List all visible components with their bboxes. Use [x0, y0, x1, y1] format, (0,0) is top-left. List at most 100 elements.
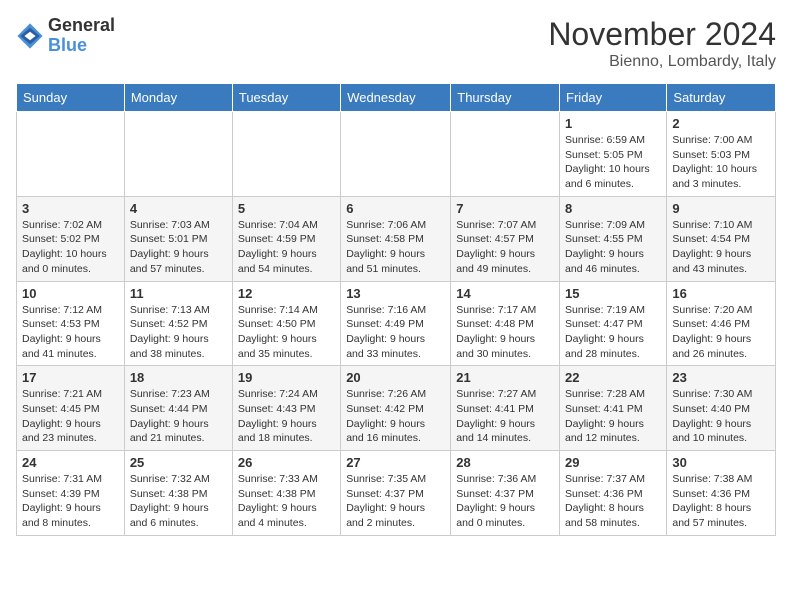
day-cell: [341, 112, 451, 197]
day-info: Sunrise: 7:38 AMSunset: 4:36 PMDaylight:…: [672, 472, 770, 531]
day-info: Sunrise: 7:27 AMSunset: 4:41 PMDaylight:…: [456, 387, 554, 446]
day-info: Sunrise: 7:32 AMSunset: 4:38 PMDaylight:…: [130, 472, 227, 531]
day-number: 14: [456, 286, 554, 301]
day-cell: 24Sunrise: 7:31 AMSunset: 4:39 PMDayligh…: [17, 451, 125, 536]
day-number: 18: [130, 370, 227, 385]
day-cell: [17, 112, 125, 197]
logo-icon: [16, 22, 44, 50]
day-info: Sunrise: 7:17 AMSunset: 4:48 PMDaylight:…: [456, 303, 554, 362]
day-cell: 11Sunrise: 7:13 AMSunset: 4:52 PMDayligh…: [124, 281, 232, 366]
day-cell: 29 Sunrise: 7:37 AMSunset: 4:36 PMDayligh…: [560, 451, 667, 536]
col-header-saturday: Saturday: [667, 84, 776, 112]
day-cell: 21 Sunrise: 7:27 AMSunset: 4:41 PMDayligh…: [451, 366, 560, 451]
day-info: Sunrise: 7:33 AMSunset: 4:38 PMDaylight:…: [238, 472, 335, 531]
day-number: 2: [672, 116, 770, 131]
day-info: Sunrise: 7:07 AMSunset: 4:57 PMDaylight:…: [456, 218, 554, 277]
day-number: 5: [238, 201, 335, 216]
day-cell: 1 Sunrise: 6:59 AMSunset: 5:05 PMDaylight…: [560, 112, 667, 197]
day-cell: 18 Sunrise: 7:23 AMSunset: 4:44 PMDayligh…: [124, 366, 232, 451]
day-number: 10: [22, 286, 119, 301]
day-cell: 12 Sunrise: 7:14 AMSunset: 4:50 PMDayligh…: [232, 281, 340, 366]
day-number: 17: [22, 370, 119, 385]
day-info: Sunrise: 7:04 AMSunset: 4:59 PMDaylight:…: [238, 218, 335, 277]
day-number: 8: [565, 201, 661, 216]
calendar-body: 1 Sunrise: 6:59 AMSunset: 5:05 PMDaylight…: [17, 112, 776, 536]
day-cell: 9Sunrise: 7:10 AMSunset: 4:54 PMDaylight…: [667, 196, 776, 281]
day-info: Sunrise: 7:28 AMSunset: 4:41 PMDaylight:…: [565, 387, 661, 446]
day-info: Sunrise: 7:06 AMSunset: 4:58 PMDaylight:…: [346, 218, 445, 277]
day-number: 29: [565, 455, 661, 470]
day-cell: [124, 112, 232, 197]
day-number: 16: [672, 286, 770, 301]
day-number: 6: [346, 201, 445, 216]
day-info: Sunrise: 7:23 AMSunset: 4:44 PMDaylight:…: [130, 387, 227, 446]
day-number: 9: [672, 201, 770, 216]
week-row-4: 17 Sunrise: 7:21 AMSunset: 4:45 PMDayligh…: [17, 366, 776, 451]
week-row-1: 1 Sunrise: 6:59 AMSunset: 5:05 PMDaylight…: [17, 112, 776, 197]
logo-general-text: General: [48, 16, 115, 36]
col-header-friday: Friday: [560, 84, 667, 112]
col-header-wednesday: Wednesday: [341, 84, 451, 112]
day-cell: 25 Sunrise: 7:32 AMSunset: 4:38 PMDayligh…: [124, 451, 232, 536]
col-header-thursday: Thursday: [451, 84, 560, 112]
day-info: Sunrise: 7:09 AMSunset: 4:55 PMDaylight:…: [565, 218, 661, 277]
day-cell: 13Sunrise: 7:16 AMSunset: 4:49 PMDayligh…: [341, 281, 451, 366]
day-cell: 26 Sunrise: 7:33 AMSunset: 4:38 PMDayligh…: [232, 451, 340, 536]
day-number: 19: [238, 370, 335, 385]
day-info: Sunrise: 7:30 AMSunset: 4:40 PMDaylight:…: [672, 387, 770, 446]
day-cell: 28Sunrise: 7:36 AMSunset: 4:37 PMDayligh…: [451, 451, 560, 536]
day-number: 30: [672, 455, 770, 470]
week-row-2: 3 Sunrise: 7:02 AMSunset: 5:02 PMDaylight…: [17, 196, 776, 281]
day-info: Sunrise: 7:24 AMSunset: 4:43 PMDaylight:…: [238, 387, 335, 446]
logo-blue-text: Blue: [48, 36, 115, 56]
day-cell: 19 Sunrise: 7:24 AMSunset: 4:43 PMDayligh…: [232, 366, 340, 451]
day-cell: 8 Sunrise: 7:09 AMSunset: 4:55 PMDaylight…: [560, 196, 667, 281]
day-info: Sunrise: 7:00 AMSunset: 5:03 PMDaylight:…: [672, 133, 770, 192]
day-info: Sunrise: 7:14 AMSunset: 4:50 PMDaylight:…: [238, 303, 335, 362]
day-info: Sunrise: 7:03 AMSunset: 5:01 PMDaylight:…: [130, 218, 227, 277]
day-cell: 2 Sunrise: 7:00 AMSunset: 5:03 PMDaylight…: [667, 112, 776, 197]
day-number: 25: [130, 455, 227, 470]
day-number: 11: [130, 286, 227, 301]
day-info: Sunrise: 7:31 AMSunset: 4:39 PMDaylight:…: [22, 472, 119, 531]
day-cell: 16Sunrise: 7:20 AMSunset: 4:46 PMDayligh…: [667, 281, 776, 366]
day-number: 21: [456, 370, 554, 385]
day-cell: 3 Sunrise: 7:02 AMSunset: 5:02 PMDaylight…: [17, 196, 125, 281]
day-number: 22: [565, 370, 661, 385]
day-number: 7: [456, 201, 554, 216]
day-number: 15: [565, 286, 661, 301]
day-cell: 17 Sunrise: 7:21 AMSunset: 4:45 PMDayligh…: [17, 366, 125, 451]
day-number: 20: [346, 370, 445, 385]
day-info: Sunrise: 7:37 AMSunset: 4:36 PMDaylight:…: [565, 472, 661, 531]
day-number: 1: [565, 116, 661, 131]
day-cell: 27Sunrise: 7:35 AMSunset: 4:37 PMDayligh…: [341, 451, 451, 536]
day-cell: [451, 112, 560, 197]
day-info: Sunrise: 7:02 AMSunset: 5:02 PMDaylight:…: [22, 218, 119, 277]
day-info: Sunrise: 7:19 AMSunset: 4:47 PMDaylight:…: [565, 303, 661, 362]
day-number: 26: [238, 455, 335, 470]
day-info: Sunrise: 7:35 AMSunset: 4:37 PMDaylight:…: [346, 472, 445, 531]
page-header: General Blue November 2024 Bienno, Lomba…: [16, 16, 776, 71]
day-cell: [232, 112, 340, 197]
day-cell: 30 Sunrise: 7:38 AMSunset: 4:36 PMDayligh…: [667, 451, 776, 536]
logo: General Blue: [16, 16, 115, 56]
calendar-header: SundayMondayTuesdayWednesdayThursdayFrid…: [17, 84, 776, 112]
calendar-table: SundayMondayTuesdayWednesdayThursdayFrid…: [16, 83, 776, 536]
week-row-3: 10 Sunrise: 7:12 AMSunset: 4:53 PMDayligh…: [17, 281, 776, 366]
day-number: 3: [22, 201, 119, 216]
day-number: 12: [238, 286, 335, 301]
day-info: Sunrise: 7:21 AMSunset: 4:45 PMDaylight:…: [22, 387, 119, 446]
day-number: 4: [130, 201, 227, 216]
day-cell: 6 Sunrise: 7:06 AMSunset: 4:58 PMDaylight…: [341, 196, 451, 281]
day-info: Sunrise: 6:59 AMSunset: 5:05 PMDaylight:…: [565, 133, 661, 192]
day-number: 13: [346, 286, 445, 301]
day-info: Sunrise: 7:12 AMSunset: 4:53 PMDaylight:…: [22, 303, 119, 362]
day-number: 23: [672, 370, 770, 385]
week-row-5: 24Sunrise: 7:31 AMSunset: 4:39 PMDayligh…: [17, 451, 776, 536]
day-cell: 22 Sunrise: 7:28 AMSunset: 4:41 PMDayligh…: [560, 366, 667, 451]
day-number: 28: [456, 455, 554, 470]
col-header-monday: Monday: [124, 84, 232, 112]
title-block: November 2024 Bienno, Lombardy, Italy: [548, 16, 776, 71]
day-cell: 10 Sunrise: 7:12 AMSunset: 4:53 PMDayligh…: [17, 281, 125, 366]
logo-text: General Blue: [48, 16, 115, 56]
